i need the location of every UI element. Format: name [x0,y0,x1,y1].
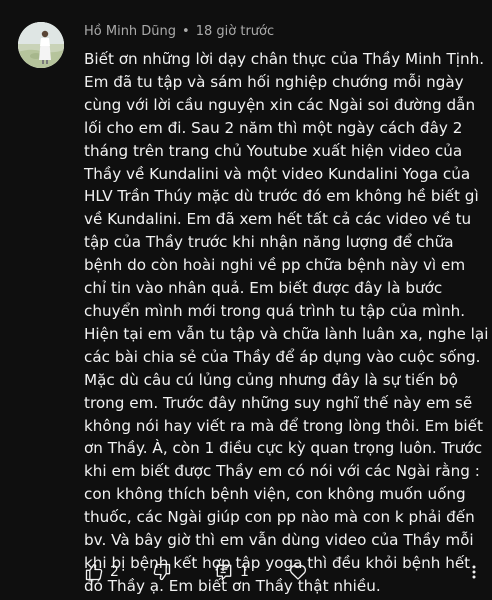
comment-line: tháng trên trang chủ Youtube xuất hiện v… [84,141,463,160]
comment-line: lối cho em đi. Sau 2 năm thì một ngày cá… [84,118,463,137]
comment-line: không nói hay viết ra mà để trong lòng t… [84,416,483,435]
reply-comment-icon [216,564,232,581]
like-button[interactable]: 2 [84,560,119,584]
avatar[interactable] [18,22,64,68]
comment-line: tập của Thầy trước khi nhận năng lượng đ… [84,233,454,252]
comment-line: chỉ tin vào nhân quả. Em biết được đây l… [84,279,443,298]
comment-line: về Kundalini. Em đã xem hết tất cả các v… [84,210,472,229]
thumbs-down-icon [153,563,171,581]
comment-line: ơn Thầy. À, còn 1 điều cực kỳ quan trọng… [84,439,483,458]
comment-line: trong em. Trước đây những suy nghĩ thế n… [84,393,473,412]
like-count: 2 [110,564,119,580]
comment-line: bệnh do còn hoài nghi về pp chữa bệnh nà… [84,256,466,275]
comment-text: Biết ơn những lời dạy chân thực của Thầy… [84,48,489,598]
heart-icon [289,565,307,580]
avatar-image [18,22,64,68]
dislike-button[interactable] [152,560,172,584]
comment-line: thuốc, các Ngài giúp con pp nào mà con k… [84,508,475,527]
comment-line: các bài chia sẻ của Thầy để áp dụng vào … [84,347,481,366]
comment-line: khi em biết được Thầy em có nói với các … [84,462,480,481]
comment-meta: Hồ Minh Dũng • 18 giờ trước [84,24,274,39]
comment-line: cùng với lời cầu nguyện xin các Ngài soi… [84,95,476,114]
comment-line: Em đã tu tập và sám hối nghiệp chướng mỗ… [84,72,464,91]
comment-line: chuyển mình mới trong quá trình tu tập c… [84,301,466,320]
comment-line: HLV Trần Thúy mặc dù trước đó em không h… [84,187,479,206]
thumbs-up-icon [85,563,103,581]
reply-button[interactable]: 1 [214,560,249,584]
author-name[interactable]: Hồ Minh Dũng [84,24,176,39]
comment-line: Thầy về Kundalini và một video Kundalini… [84,164,471,183]
heart-button[interactable] [288,560,308,584]
comment-line: Mặc dù câu cú lủng củng nhưng đây là sự … [84,370,458,389]
comment-thread: Hồ Minh Dũng • 18 giờ trước Biết ơn những … [0,0,492,600]
more-vertical-icon [472,565,476,579]
comment-line: bv. Và bây giờ thì em vẫn dùng video của… [84,531,474,550]
meta-separator: • [182,24,190,39]
comment-line: Biết ơn những lời dạy chân thực của Thầy… [84,50,485,68]
comment-line: con không thích bệnh viện, con không muố… [84,485,466,504]
comment-timestamp[interactable]: 18 giờ trước [196,24,274,39]
reply-count: 1 [240,564,249,580]
comment-line: Hiện tại em vẫn tu tập và chữa lành luân… [84,324,489,343]
comment-actions: 2 1 [84,560,484,584]
more-options-button[interactable] [466,560,482,584]
